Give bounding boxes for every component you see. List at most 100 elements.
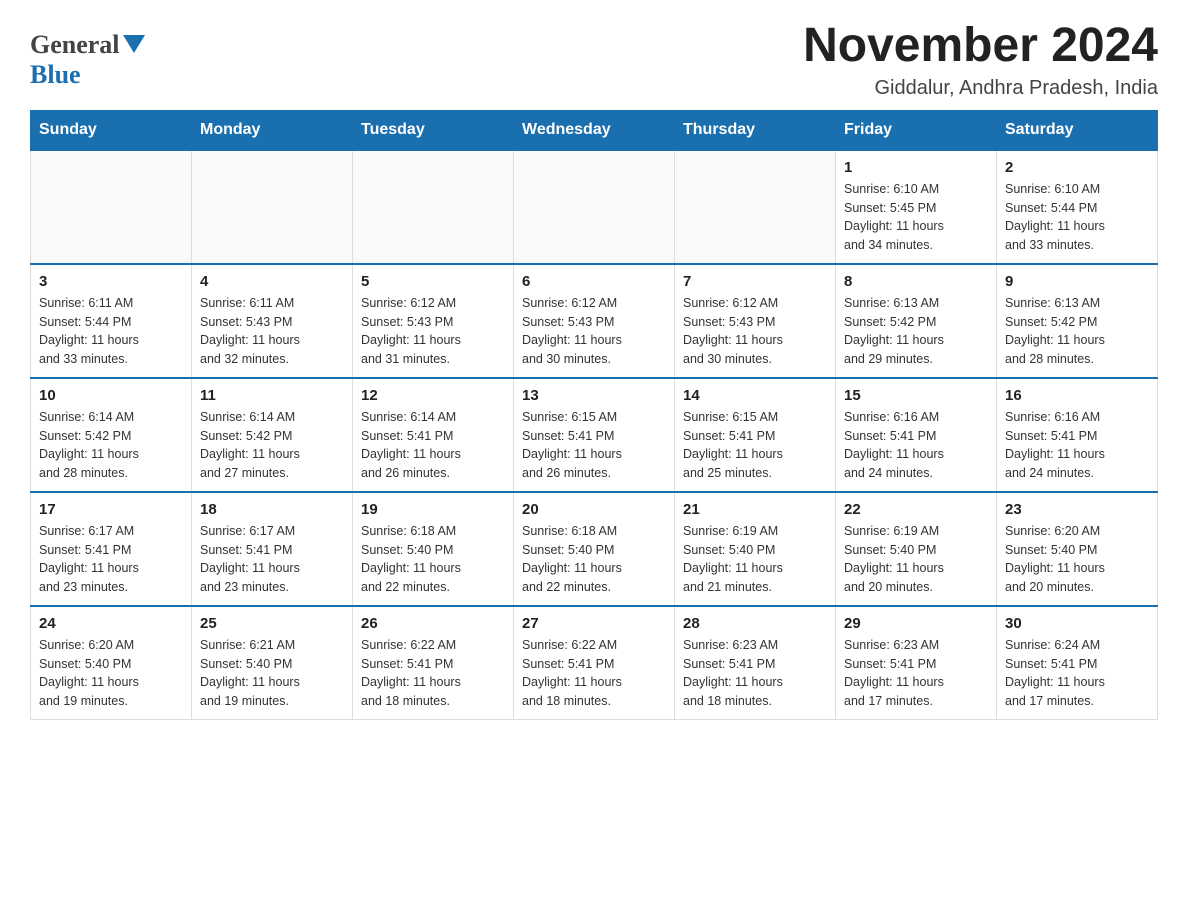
calendar-cell: 23 Sunrise: 6:20 AM Sunset: 5:40 PM Dayli… [997,492,1158,606]
header-friday: Friday [836,110,997,150]
subtitle: Giddalur, Andhra Pradesh, India [803,77,1158,100]
day-info: Sunrise: 6:18 AM Sunset: 5:40 PM Dayligh… [361,522,505,597]
day-info: Sunrise: 6:10 AM Sunset: 5:45 PM Dayligh… [844,180,988,255]
day-info: Sunrise: 6:19 AM Sunset: 5:40 PM Dayligh… [683,522,827,597]
day-info: Sunrise: 6:13 AM Sunset: 5:42 PM Dayligh… [844,294,988,369]
day-number: 1 [844,159,988,176]
day-info: Sunrise: 6:15 AM Sunset: 5:41 PM Dayligh… [683,408,827,483]
calendar-table: SundayMondayTuesdayWednesdayThursdayFrid… [30,110,1158,720]
calendar-week-1: 1 Sunrise: 6:10 AM Sunset: 5:45 PM Daylig… [31,150,1158,264]
day-info: Sunrise: 6:17 AM Sunset: 5:41 PM Dayligh… [200,522,344,597]
calendar-cell: 8 Sunrise: 6:13 AM Sunset: 5:42 PM Daylig… [836,264,997,378]
calendar-cell: 26 Sunrise: 6:22 AM Sunset: 5:41 PM Dayli… [353,606,514,720]
calendar-cell: 29 Sunrise: 6:23 AM Sunset: 5:41 PM Dayli… [836,606,997,720]
day-info: Sunrise: 6:16 AM Sunset: 5:41 PM Dayligh… [844,408,988,483]
calendar-header-row: SundayMondayTuesdayWednesdayThursdayFrid… [31,110,1158,150]
calendar-week-4: 17 Sunrise: 6:17 AM Sunset: 5:41 PM Dayli… [31,492,1158,606]
logo-arrow-icon [123,35,145,58]
header-sunday: Sunday [31,110,192,150]
day-number: 8 [844,273,988,290]
calendar-cell: 18 Sunrise: 6:17 AM Sunset: 5:41 PM Dayli… [192,492,353,606]
day-number: 22 [844,501,988,518]
day-number: 14 [683,387,827,404]
calendar-cell [675,150,836,264]
logo: General Blue [30,30,145,90]
calendar-cell: 28Sunrise: 6:23 AM Sunset: 5:41 PM Dayli… [675,606,836,720]
day-number: 28 [683,615,827,632]
day-number: 26 [361,615,505,632]
calendar-cell: 22Sunrise: 6:19 AM Sunset: 5:40 PM Dayli… [836,492,997,606]
calendar-cell [353,150,514,264]
calendar-cell [31,150,192,264]
day-number: 6 [522,273,666,290]
day-info: Sunrise: 6:22 AM Sunset: 5:41 PM Dayligh… [361,636,505,711]
day-number: 7 [683,273,827,290]
day-info: Sunrise: 6:20 AM Sunset: 5:40 PM Dayligh… [1005,522,1149,597]
day-number: 30 [1005,615,1149,632]
day-info: Sunrise: 6:14 AM Sunset: 5:42 PM Dayligh… [39,408,183,483]
day-number: 13 [522,387,666,404]
day-number: 4 [200,273,344,290]
day-info: Sunrise: 6:12 AM Sunset: 5:43 PM Dayligh… [361,294,505,369]
calendar-cell: 13 Sunrise: 6:15 AM Sunset: 5:41 PM Dayli… [514,378,675,492]
calendar-cell: 19 Sunrise: 6:18 AM Sunset: 5:40 PM Dayli… [353,492,514,606]
day-info: Sunrise: 6:23 AM Sunset: 5:41 PM Dayligh… [844,636,988,711]
calendar-cell: 1 Sunrise: 6:10 AM Sunset: 5:45 PM Daylig… [836,150,997,264]
day-info: Sunrise: 6:11 AM Sunset: 5:43 PM Dayligh… [200,294,344,369]
day-info: Sunrise: 6:15 AM Sunset: 5:41 PM Dayligh… [522,408,666,483]
logo-blue-text: Blue [30,60,81,89]
calendar-cell: 6 Sunrise: 6:12 AM Sunset: 5:43 PM Daylig… [514,264,675,378]
day-info: Sunrise: 6:10 AM Sunset: 5:44 PM Dayligh… [1005,180,1149,255]
header-thursday: Thursday [675,110,836,150]
day-info: Sunrise: 6:21 AM Sunset: 5:40 PM Dayligh… [200,636,344,711]
day-info: Sunrise: 6:20 AM Sunset: 5:40 PM Dayligh… [39,636,183,711]
calendar-cell [514,150,675,264]
calendar-cell: 27 Sunrise: 6:22 AM Sunset: 5:41 PM Dayli… [514,606,675,720]
calendar-cell: 4 Sunrise: 6:11 AM Sunset: 5:43 PM Daylig… [192,264,353,378]
day-info: Sunrise: 6:14 AM Sunset: 5:41 PM Dayligh… [361,408,505,483]
day-number: 17 [39,501,183,518]
calendar-cell: 11 Sunrise: 6:14 AM Sunset: 5:42 PM Dayli… [192,378,353,492]
day-number: 3 [39,273,183,290]
calendar-cell: 3 Sunrise: 6:11 AM Sunset: 5:44 PM Daylig… [31,264,192,378]
day-number: 23 [1005,501,1149,518]
day-number: 29 [844,615,988,632]
calendar-cell: 25Sunrise: 6:21 AM Sunset: 5:40 PM Dayli… [192,606,353,720]
logo-general-text: General [30,30,120,60]
day-info: Sunrise: 6:14 AM Sunset: 5:42 PM Dayligh… [200,408,344,483]
header-tuesday: Tuesday [353,110,514,150]
day-number: 2 [1005,159,1149,176]
calendar-cell: 10 Sunrise: 6:14 AM Sunset: 5:42 PM Dayli… [31,378,192,492]
page-header: General Blue November 2024 Giddalur, And… [30,20,1158,100]
day-number: 5 [361,273,505,290]
day-number: 9 [1005,273,1149,290]
day-number: 24 [39,615,183,632]
title-section: November 2024 Giddalur, Andhra Pradesh, … [803,20,1158,100]
calendar-cell: 30Sunrise: 6:24 AM Sunset: 5:41 PM Dayli… [997,606,1158,720]
day-number: 11 [200,387,344,404]
day-number: 10 [39,387,183,404]
day-info: Sunrise: 6:11 AM Sunset: 5:44 PM Dayligh… [39,294,183,369]
calendar-week-5: 24 Sunrise: 6:20 AM Sunset: 5:40 PM Dayli… [31,606,1158,720]
day-number: 18 [200,501,344,518]
calendar-cell: 21Sunrise: 6:19 AM Sunset: 5:40 PM Dayli… [675,492,836,606]
day-number: 27 [522,615,666,632]
day-info: Sunrise: 6:22 AM Sunset: 5:41 PM Dayligh… [522,636,666,711]
calendar-week-2: 3 Sunrise: 6:11 AM Sunset: 5:44 PM Daylig… [31,264,1158,378]
main-title: November 2024 [803,20,1158,73]
calendar-cell: 5 Sunrise: 6:12 AM Sunset: 5:43 PM Daylig… [353,264,514,378]
header-saturday: Saturday [997,110,1158,150]
day-number: 19 [361,501,505,518]
calendar-cell [192,150,353,264]
calendar-cell: 24 Sunrise: 6:20 AM Sunset: 5:40 PM Dayli… [31,606,192,720]
day-info: Sunrise: 6:12 AM Sunset: 5:43 PM Dayligh… [683,294,827,369]
calendar-cell: 20Sunrise: 6:18 AM Sunset: 5:40 PM Dayli… [514,492,675,606]
calendar-cell: 2 Sunrise: 6:10 AM Sunset: 5:44 PM Daylig… [997,150,1158,264]
day-number: 16 [1005,387,1149,404]
calendar-cell: 12Sunrise: 6:14 AM Sunset: 5:41 PM Dayli… [353,378,514,492]
calendar-cell: 16Sunrise: 6:16 AM Sunset: 5:41 PM Dayli… [997,378,1158,492]
day-number: 15 [844,387,988,404]
calendar-cell: 14 Sunrise: 6:15 AM Sunset: 5:41 PM Dayli… [675,378,836,492]
day-number: 20 [522,501,666,518]
day-info: Sunrise: 6:12 AM Sunset: 5:43 PM Dayligh… [522,294,666,369]
